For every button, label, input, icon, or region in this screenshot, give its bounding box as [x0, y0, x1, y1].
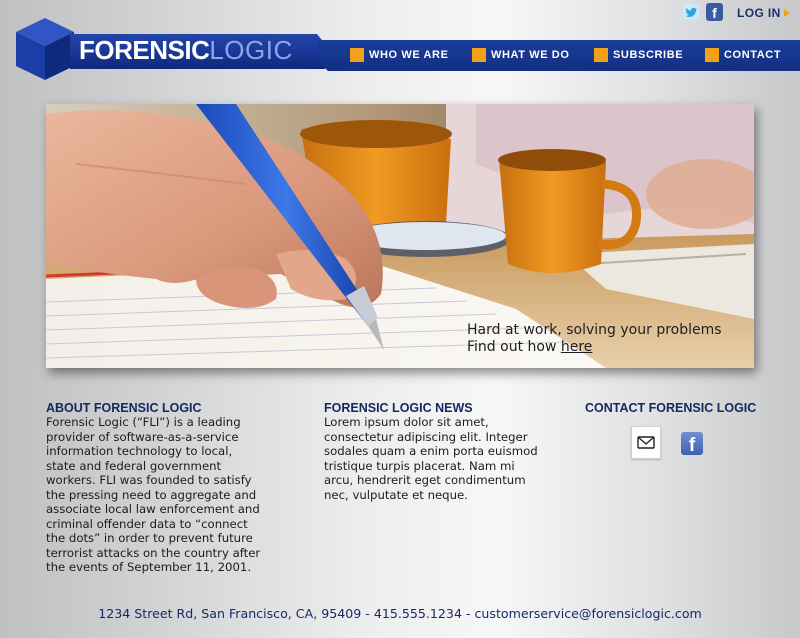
facebook-icon[interactable]: f: [681, 432, 703, 455]
about-line: workers. FLI was founded to satisfy: [46, 473, 252, 487]
news-line: arcu, hendrerit eget condimentum: [324, 473, 526, 487]
nav-bullet-icon: [594, 48, 608, 62]
news-line: consectetur adipiscing elit. Integer: [324, 429, 528, 444]
news-line: nec, vulputate et neque.: [324, 487, 468, 502]
hero-caption-line2: Find out how here: [467, 339, 722, 356]
nav-bullet-icon: [705, 48, 719, 62]
nav-bullet-icon: [350, 48, 364, 62]
nav-label: WHAT WE DO: [491, 49, 570, 61]
play-arrow-icon: [783, 8, 790, 17]
twitter-icon[interactable]: [683, 4, 699, 20]
login-label: LOG IN: [737, 5, 781, 20]
about-text: Forensic Logic (“FLI”) is a leading prov…: [46, 415, 296, 575]
news-line: tristique turpis placerat. Nam mi: [324, 458, 515, 473]
hero-caption: Hard at work, solving your problems Find…: [467, 322, 722, 356]
news-line: Lorem ipsum dolor sit amet,: [324, 415, 489, 429]
logo-word-logic: LOGIC: [209, 35, 293, 65]
nav-who-we-are[interactable]: WHO WE ARE: [350, 47, 449, 63]
about-line: the pressing need to aggregate and: [46, 487, 257, 502]
about-line: the dots” in order to prevent future: [46, 531, 253, 545]
logo-word-forensic: FORENSIC: [79, 35, 210, 65]
nav-bullet-icon: [472, 48, 486, 62]
news-text: Lorem ipsum dolor sit amet, consectetur …: [324, 415, 569, 502]
nav-contact[interactable]: CONTACT: [705, 47, 781, 63]
about-line: Forensic Logic (“FLI”) is a leading: [46, 415, 241, 429]
news-heading: FORENSIC LOGIC NEWS: [324, 401, 473, 415]
hero-caption-prefix: Find out how: [467, 339, 561, 355]
nav-label: CONTACT: [724, 49, 782, 61]
facebook-icon[interactable]: f: [706, 3, 723, 21]
contact-icons: f: [631, 426, 711, 459]
mail-icon[interactable]: [631, 426, 661, 459]
site-logo[interactable]: FORENSICLOGIC: [79, 36, 293, 64]
nav-subscribe[interactable]: SUBSCRIBE: [594, 47, 683, 63]
hero-banner: Hard at work, solving your problems Find…: [46, 104, 754, 368]
contact-heading: CONTACT FORENSIC LOGIC: [585, 401, 757, 415]
about-line: criminal offender data to “connect: [46, 516, 248, 531]
news-line: sodales quam a enim porta euismod: [324, 444, 538, 458]
footer-contact-info: 1234 Street Rd, San Francisco, CA, 95409…: [98, 606, 702, 621]
hero-here-link[interactable]: here: [561, 339, 593, 355]
login-link[interactable]: LOG IN: [737, 5, 790, 20]
hero-caption-line1: Hard at work, solving your problems: [467, 322, 722, 338]
about-line: provider of software-as-a-service: [46, 429, 239, 444]
about-heading: ABOUT FORENSIC LOGIC: [46, 401, 202, 415]
nav-what-we-do[interactable]: WHAT WE DO: [472, 47, 570, 63]
about-line: terrorist attacks on the country after: [46, 545, 261, 560]
about-line: state and federal government: [46, 458, 222, 473]
about-line: associate local law enforcement and: [46, 502, 260, 516]
nav-label: WHO WE ARE: [369, 49, 449, 61]
logo-cube-icon: [16, 18, 74, 80]
nav-label: SUBSCRIBE: [613, 49, 684, 61]
about-line: information technology to local,: [46, 444, 233, 458]
about-line: the events of September 11, 2001.: [46, 560, 252, 574]
